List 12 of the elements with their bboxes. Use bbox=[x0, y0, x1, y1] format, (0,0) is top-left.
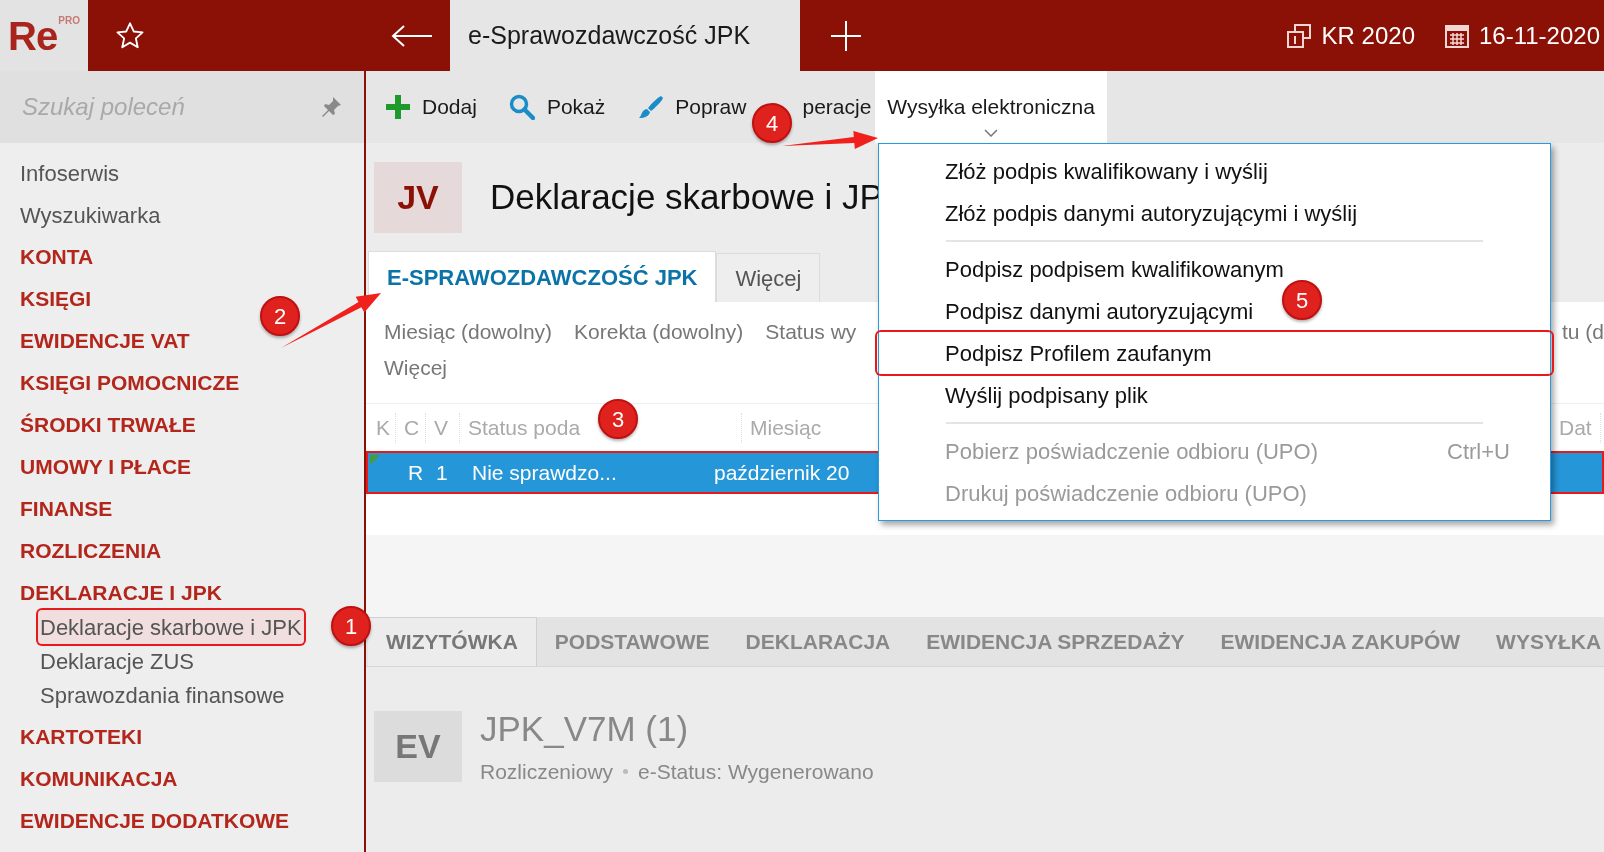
record-subtitle: e-Status: Wygenerowano bbox=[638, 758, 874, 785]
table-cell-text: Nie sprawdzo... bbox=[471, 459, 618, 486]
table-cell-text: październik 20 bbox=[714, 459, 850, 486]
logo-superscript-label: PRO bbox=[58, 15, 80, 26]
table-cell-text: 1 bbox=[436, 459, 449, 486]
logo-text: Re bbox=[8, 15, 58, 56]
record-subtitle: Rozliczeniowy bbox=[480, 758, 614, 785]
table-cell-text: R bbox=[407, 459, 425, 486]
shortcut-label: Ctrl+U bbox=[1447, 437, 1510, 466]
record-badge: EV bbox=[374, 711, 462, 782]
record-title: JPK_V7M (1) bbox=[480, 708, 690, 750]
module-badge: JV bbox=[374, 161, 462, 233]
